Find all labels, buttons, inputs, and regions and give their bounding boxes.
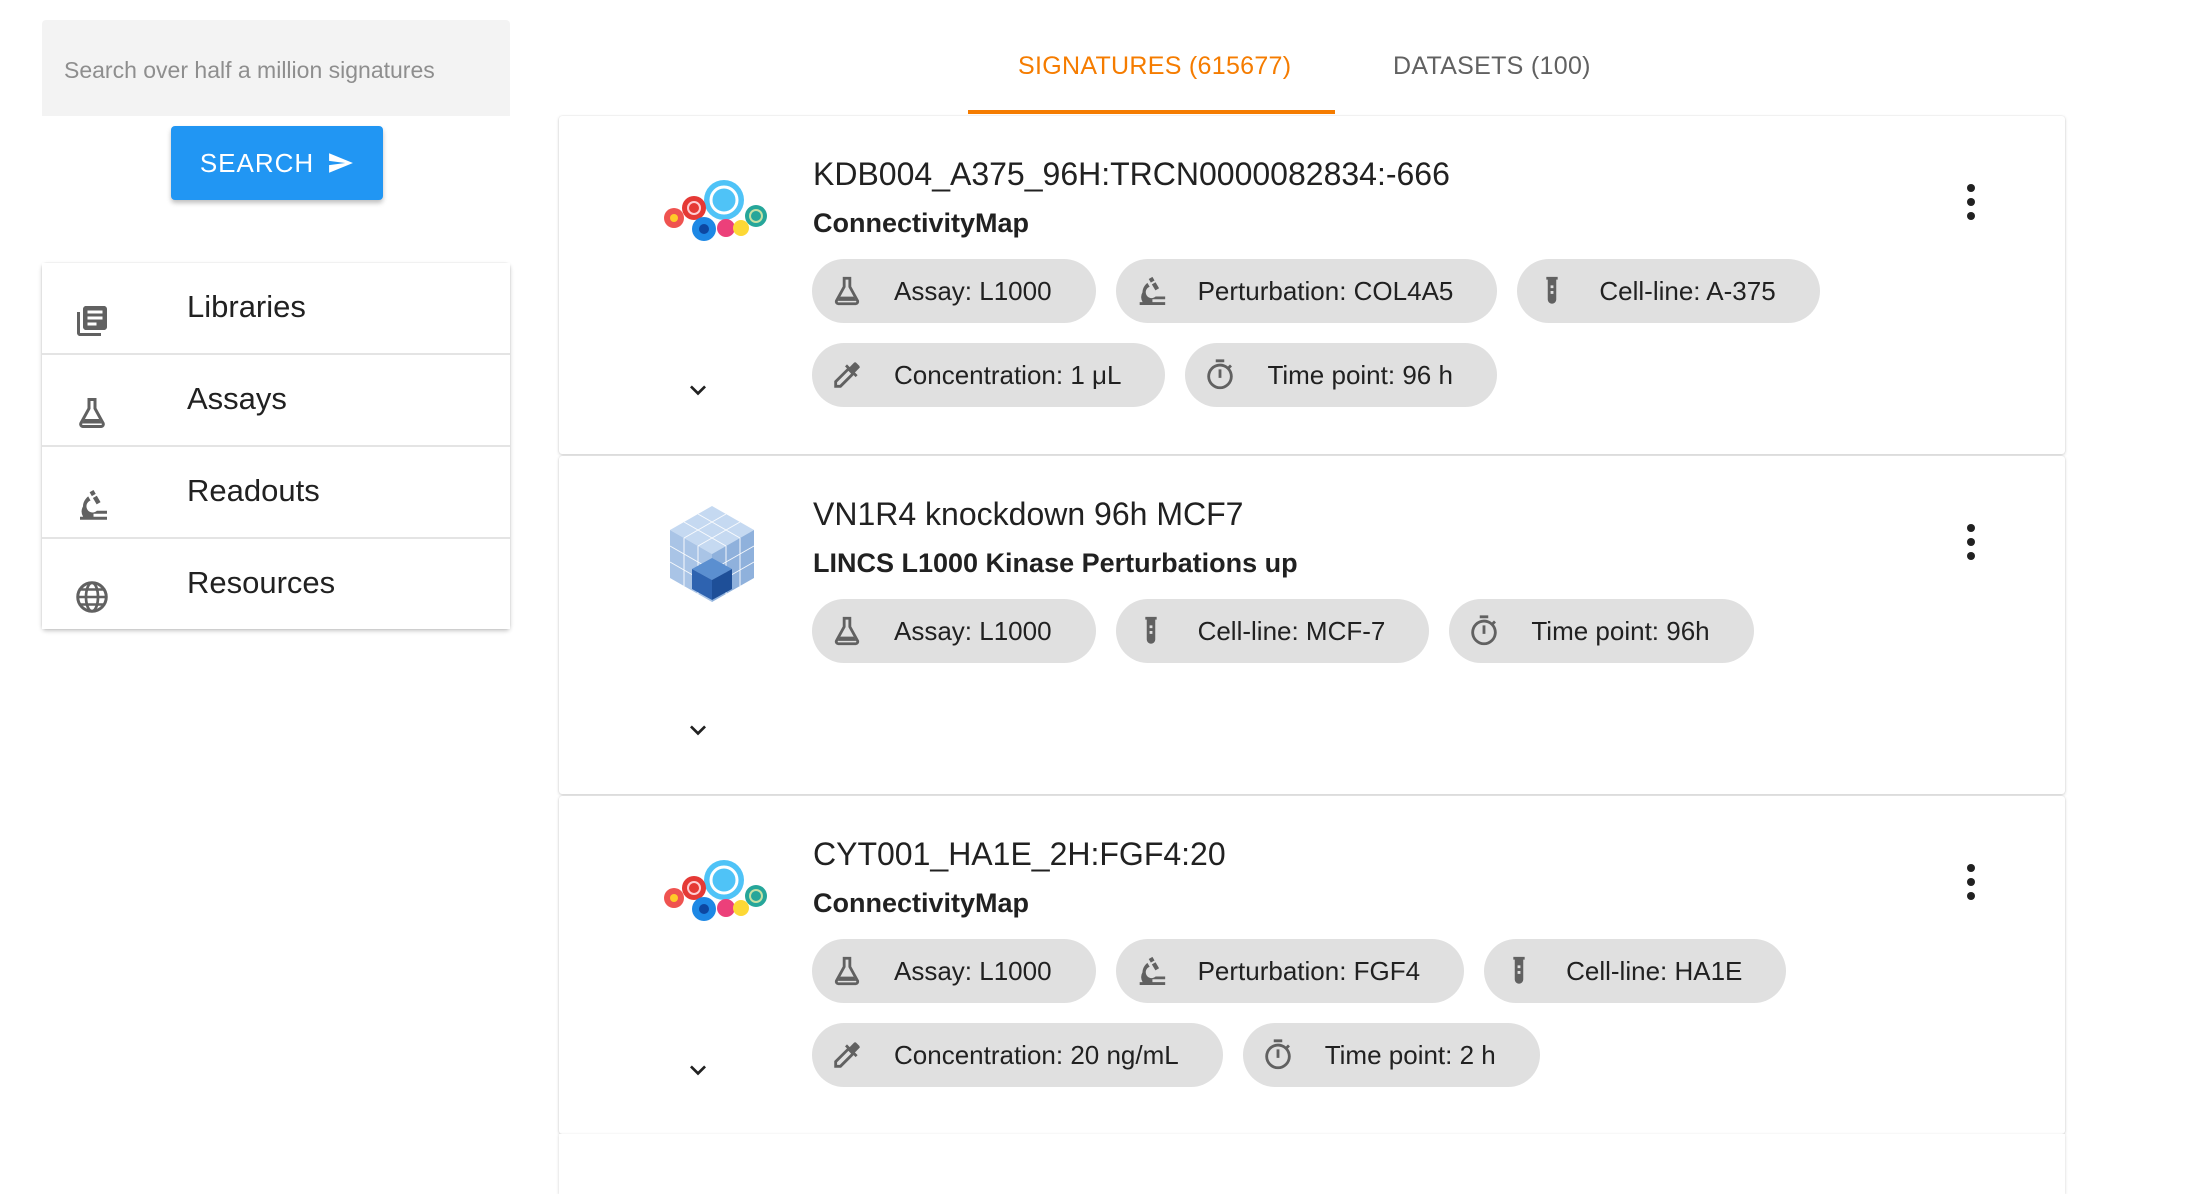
chip-label: Concentration: 1 μL [894,359,1122,390]
sidebar-item-label: Resources [187,565,336,600]
flask-icon [834,956,860,986]
chip-label: Cell-line: HA1E [1566,955,1743,986]
chip-assay[interactable]: Assay: L1000 [812,939,1096,1003]
chip-label: Assay: L1000 [894,955,1052,986]
timer-icon [1207,359,1234,390]
library-name[interactable]: LINCS L1000 Kinase Perturbations up [813,548,1298,579]
tab-signatures[interactable]: SIGNATURES (615677) [1018,52,1291,81]
chip-perturbation[interactable]: Perturbation: FGF4 [1115,939,1465,1003]
sidebar-item-libraries[interactable]: Libraries [42,263,510,355]
chevron-down-icon[interactable] [682,714,714,746]
signature-title[interactable]: VN1R4 knockdown 96h MCF7 [813,496,1243,533]
chip-cell-line[interactable]: Cell-line: HA1E [1484,939,1787,1003]
microscope-icon [1139,956,1165,985]
chip-time-point[interactable]: Time point: 96 h [1185,343,1497,407]
sidebar-item-resources[interactable]: Resources [42,539,510,629]
chip-label: Cell-line: A-375 [1599,275,1776,306]
chip-time-point[interactable]: Time point: 2 h [1242,1023,1540,1087]
results-list: KDB004_A375_96H:TRCN0000082834:-666 Conn… [559,116,2065,1136]
chip-assay[interactable]: Assay: L1000 [812,259,1096,323]
sidebar-item-label: Readouts [187,473,320,508]
library-name[interactable]: ConnectivityMap [813,208,1029,239]
chip-list: Assay: L1000 Perturbation: COL4A5 Cell-l… [812,259,1932,427]
chip-perturbation[interactable]: Perturbation: COL4A5 [1115,259,1498,323]
flask-icon [834,276,860,306]
sidebar-item-label: Libraries [187,289,306,324]
more-vert-icon[interactable] [1961,182,1981,222]
search-box [42,20,510,116]
chip-label: Concentration: 20 ng/mL [894,1039,1179,1070]
signature-card[interactable]: KDB004_A375_96H:TRCN0000082834:-666 Conn… [559,116,2065,454]
signature-card-partial[interactable] [559,1134,2065,1194]
test-tube-icon [1546,276,1559,304]
sidebar-nav: Libraries Assays Readouts Resources [42,263,510,629]
chip-cell-line[interactable]: Cell-line: A-375 [1517,259,1820,323]
flask-icon [834,616,860,646]
test-tube-icon [1144,616,1157,644]
more-vert-icon[interactable] [1961,862,1981,902]
chip-label: Cell-line: MCF-7 [1197,615,1386,646]
more-vert-icon[interactable] [1961,522,1981,562]
globe-icon [76,581,108,613]
chip-label: Assay: L1000 [894,615,1052,646]
tab-bar: SIGNATURES (615677) DATASETS (100) [968,0,1648,116]
active-tab-indicator [968,110,1335,114]
signature-card[interactable]: CYT001_HA1E_2H:FGF4:20 ConnectivityMap A… [559,796,2065,1134]
search-button[interactable]: SEARCH [171,126,383,200]
pipette-icon [834,362,860,388]
sidebar-item-readouts[interactable]: Readouts [42,447,510,539]
chip-cell-line[interactable]: Cell-line: MCF-7 [1115,599,1430,663]
sidebar-item-assays[interactable]: Assays [42,355,510,447]
chip-label: Time point: 2 h [1324,1039,1496,1070]
search-input[interactable] [62,44,486,96]
chevron-down-icon[interactable] [682,374,714,406]
chip-label: Assay: L1000 [894,275,1052,306]
chip-label: Time point: 96 h [1267,359,1453,390]
microscope-icon [80,490,107,520]
chip-concentration[interactable]: Concentration: 20 ng/mL [812,1023,1223,1087]
search-button-label: SEARCH [199,147,315,178]
signature-title[interactable]: CYT001_HA1E_2H:FGF4:20 [813,836,1226,873]
chip-list: Assay: L1000 Perturbation: FGF4 Cell-lin… [812,939,1932,1107]
chip-label: Time point: 96h [1531,615,1710,646]
sidebar-item-label: Assays [187,381,287,416]
connectivity-map-logo [664,860,767,921]
microscope-icon [1139,276,1165,305]
chip-label: Perturbation: FGF4 [1197,955,1421,986]
test-tube-icon [1513,956,1525,984]
chevron-down-icon[interactable] [682,1054,714,1086]
library-name[interactable]: ConnectivityMap [813,888,1029,919]
chip-label: Perturbation: COL4A5 [1197,275,1454,306]
connectivity-map-logo [664,180,767,241]
cube-logo [669,506,755,602]
pipette-icon [834,1042,860,1068]
flask-icon [79,398,105,428]
chip-concentration[interactable]: Concentration: 1 μL [812,343,1166,407]
timer-icon [1471,615,1498,646]
send-icon [329,153,354,173]
library-icon [77,306,107,336]
chip-list: Assay: L1000 Cell-line: MCF-7 Time point… [812,599,1932,683]
timer-icon [1264,1039,1291,1070]
signature-card[interactable]: VN1R4 knockdown 96h MCF7 LINCS L1000 Kin… [559,456,2065,794]
signature-title[interactable]: KDB004_A375_96H:TRCN0000082834:-666 [813,156,1450,193]
chip-assay[interactable]: Assay: L1000 [812,599,1096,663]
chip-time-point[interactable]: Time point: 96h [1449,599,1754,663]
tab-datasets[interactable]: DATASETS (100) [1393,52,1591,81]
